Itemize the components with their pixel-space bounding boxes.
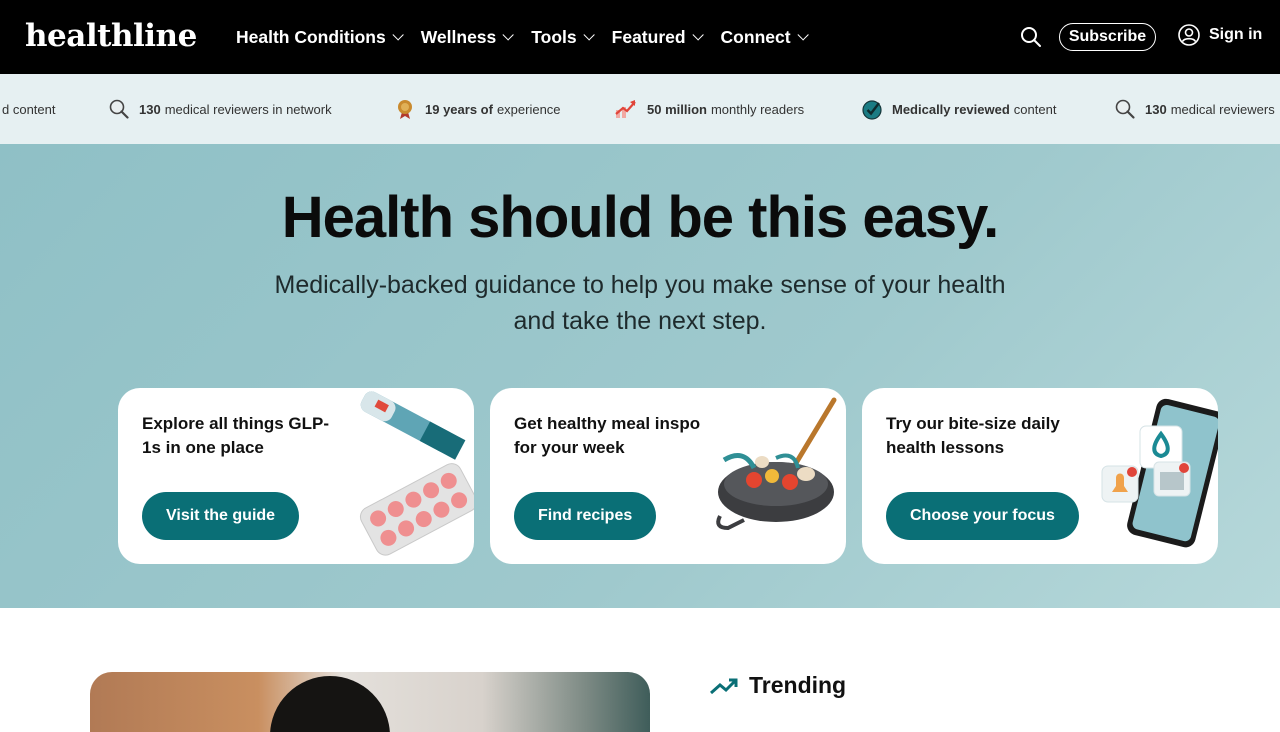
- chevron-down-icon: [392, 29, 404, 41]
- injection-pen-pills-icon: [359, 391, 474, 556]
- search-icon: [1021, 27, 1041, 47]
- hero-subtitle: Medically-backed guidance to help you ma…: [274, 271, 1006, 335]
- trend-up-icon: [615, 100, 636, 118]
- ticker-bold: 50 million: [647, 101, 707, 117]
- ticker-item: d content: [0, 74, 56, 144]
- person-photo: [270, 676, 390, 732]
- ticker-bold: 130: [139, 101, 161, 117]
- ticker-text: content: [1013, 101, 1057, 117]
- ticker-item: 130 medical reviewers: [1114, 74, 1275, 144]
- nav-label: Health Conditions: [236, 26, 386, 47]
- sign-in-label: Sign in: [1209, 26, 1263, 43]
- nav-label: Tools: [531, 26, 577, 47]
- chevron-down-icon: [583, 29, 595, 41]
- chevron-down-icon: [502, 29, 515, 41]
- ticker-item: 19 years of experience: [395, 74, 561, 144]
- main-nav: Health Conditions Wellness Tools Feature…: [236, 0, 826, 74]
- card-title: Explore all things GLP-1s in one place: [142, 414, 330, 457]
- healthline-logo[interactable]: healthline: [25, 18, 197, 54]
- trending-label: Trending: [749, 672, 847, 698]
- magnifier-icon: [1115, 99, 1135, 119]
- check-badge-icon: [862, 100, 882, 120]
- trending-heading: Trending: [709, 672, 846, 699]
- visit-guide-button[interactable]: Visit the guide: [142, 492, 300, 540]
- nav-featured[interactable]: Featured: [611, 26, 704, 48]
- top-navigation: healthline Health Conditions Wellness To…: [0, 0, 1280, 74]
- find-recipes-button[interactable]: Find recipes: [514, 492, 657, 540]
- ticker-text: experience: [496, 101, 561, 117]
- sign-in-button[interactable]: Sign in: [1178, 24, 1262, 46]
- ticker-text: monthly readers: [710, 101, 805, 117]
- nav-label: Connect: [720, 26, 791, 47]
- ticker-text: d content: [2, 101, 56, 117]
- ticker-item: 130 medical reviewers in network: [108, 74, 332, 144]
- ticker-bold: 19 years of: [425, 101, 493, 117]
- lessons-card[interactable]: Try our bite-size daily health lessons C…: [862, 388, 1218, 564]
- medal-icon: [398, 100, 412, 119]
- ticker-text: medical reviewers: [1170, 101, 1275, 117]
- nav-label: Featured: [611, 26, 686, 47]
- card-title: Get healthy meal inspo for your week: [514, 414, 701, 457]
- cooking-pan-icon: [716, 397, 837, 531]
- nav-connect[interactable]: Connect: [720, 26, 809, 48]
- trending-icon: [710, 678, 738, 694]
- glp1-card[interactable]: Explore all things GLP-1s in one place V…: [118, 388, 474, 564]
- hero-title: Health should be this easy.: [281, 185, 999, 250]
- card-title: Try our bite-size daily health lessons: [886, 414, 1060, 457]
- hero-section: Health should be this easy. Medically-ba…: [0, 144, 1280, 608]
- nav-health-conditions[interactable]: Health Conditions: [236, 26, 404, 48]
- chevron-down-icon: [692, 29, 704, 41]
- magnifier-icon: [109, 99, 129, 119]
- nav-tools[interactable]: Tools: [531, 26, 595, 48]
- ticker-item: Medically reviewed content: [861, 74, 1056, 144]
- chevron-down-icon: [797, 29, 809, 41]
- user-icon: [1178, 24, 1200, 46]
- nav-wellness[interactable]: Wellness: [420, 26, 515, 48]
- search-button[interactable]: [1020, 26, 1042, 48]
- choose-focus-button[interactable]: Choose your focus: [886, 492, 1079, 540]
- stats-ticker: d content 130 medical reviewers in networ…: [0, 74, 1280, 144]
- meal-card[interactable]: Get healthy meal inspo for your week Fin…: [490, 388, 846, 564]
- featured-article-image[interactable]: [90, 672, 650, 732]
- subscribe-button[interactable]: Subscribe: [1059, 23, 1156, 51]
- nav-label: Wellness: [420, 26, 497, 47]
- ticker-item: 50 million monthly readers: [614, 74, 804, 144]
- ticker-bold: 130: [1145, 101, 1167, 117]
- ticker-text: medical reviewers in network: [164, 101, 332, 117]
- phone-app-icon: [1101, 398, 1218, 548]
- ticker-bold: Medically reviewed: [892, 101, 1010, 117]
